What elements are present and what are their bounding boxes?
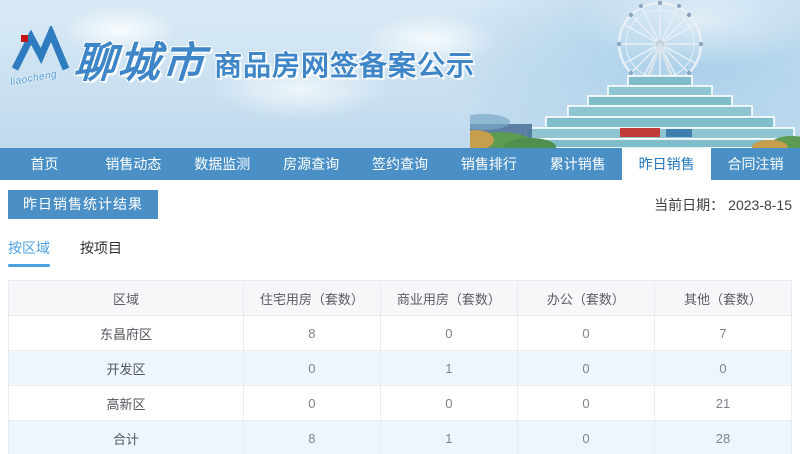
brand-city-name: 聊城市: [72, 39, 208, 86]
section-title-badge: 昨日销售统计结果: [8, 190, 158, 219]
nav-item-sales-ranking[interactable]: 销售排行: [444, 148, 533, 180]
ferris-wheel-building-illustration: [470, 0, 800, 148]
tab-by-project[interactable]: 按项目: [80, 238, 122, 267]
cell-value: 28: [653, 420, 793, 454]
cell-value: 0: [516, 350, 655, 386]
content: 昨日销售统计结果 当前日期： 2023-8-15 按区域 按项目 区域 住宅用房（…: [0, 180, 800, 454]
cell-region: 开发区: [8, 350, 244, 386]
page-root: liaocheng 聊城市 商品房网签备案公示 首页 销售动态 数据监测 房源查…: [0, 0, 800, 454]
cell-value: 8: [242, 315, 381, 351]
main-nav: 首页 销售动态 数据监测 房源查询 签约查询 销售排行 累计销售 昨日销售 合同…: [0, 148, 800, 180]
column-header-other: 其他（套数）: [653, 280, 793, 316]
site-title: 商品房网签备案公示: [214, 50, 476, 81]
cell-value: 8: [242, 420, 381, 454]
cell-region: 东昌府区: [8, 315, 244, 351]
column-header-office: 办公（套数）: [516, 280, 655, 316]
cell-value: 0: [516, 420, 655, 454]
cell-value: 1: [379, 350, 518, 386]
nav-item-total-sales[interactable]: 累计销售: [533, 148, 622, 180]
tab-by-region[interactable]: 按区域: [8, 238, 50, 267]
page-head: 昨日销售统计结果 当前日期： 2023-8-15: [8, 190, 792, 219]
nav-item-housing-query[interactable]: 房源查询: [267, 148, 356, 180]
cell-value: 1: [379, 420, 518, 454]
nav-item-signing-query[interactable]: 签约查询: [356, 148, 445, 180]
cell-value: 21: [653, 385, 793, 421]
table-row: 开发区 0 1 0 0: [8, 350, 793, 386]
cell-value: 0: [379, 385, 518, 421]
column-header-commercial: 商业用房（套数）: [379, 280, 518, 316]
table-row: 东昌府区 8 0 0 7: [8, 315, 793, 351]
table-row: 高新区 0 0 0 21: [8, 385, 793, 421]
brand: liaocheng 聊城市 商品房网签备案公示: [9, 24, 476, 88]
cell-value: 0: [379, 315, 518, 351]
cell-value: 7: [653, 315, 793, 351]
subtabs: 按区域 按项目: [8, 238, 792, 267]
current-date-label: 当前日期：: [654, 196, 725, 213]
current-date-value: 2023-8-15: [728, 196, 792, 213]
cell-value: 0: [242, 385, 381, 421]
nav-item-home[interactable]: 首页: [0, 148, 89, 180]
cell-value: 0: [653, 350, 793, 386]
site-header: liaocheng 聊城市 商品房网签备案公示: [0, 0, 800, 148]
cell-value: 0: [516, 315, 655, 351]
logo: liaocheng: [9, 24, 70, 88]
table-header-row: 区域 住宅用房（套数） 商业用房（套数） 办公（套数） 其他（套数）: [8, 280, 793, 316]
nav-item-yesterday-sales[interactable]: 昨日销售: [622, 148, 712, 180]
cell-value: 0: [516, 385, 655, 421]
table-row-total: 合计 8 1 0 28: [8, 420, 793, 454]
sales-statistics-table: 区域 住宅用房（套数） 商业用房（套数） 办公（套数） 其他（套数） 东昌府区 …: [8, 280, 793, 454]
cell-value: 0: [242, 350, 381, 386]
column-header-residential: 住宅用房（套数）: [242, 280, 381, 316]
column-header-region: 区域: [8, 280, 244, 316]
cell-region: 高新区: [8, 385, 244, 421]
cell-region: 合计: [8, 420, 244, 454]
current-date: 当前日期： 2023-8-15: [654, 195, 792, 215]
nav-item-contract-cancel[interactable]: 合同注销: [711, 148, 800, 180]
mountain-m-logo-icon: [11, 24, 70, 71]
nav-item-sales-dynamics[interactable]: 销售动态: [89, 148, 178, 180]
nav-item-data-monitor[interactable]: 数据监测: [178, 148, 267, 180]
